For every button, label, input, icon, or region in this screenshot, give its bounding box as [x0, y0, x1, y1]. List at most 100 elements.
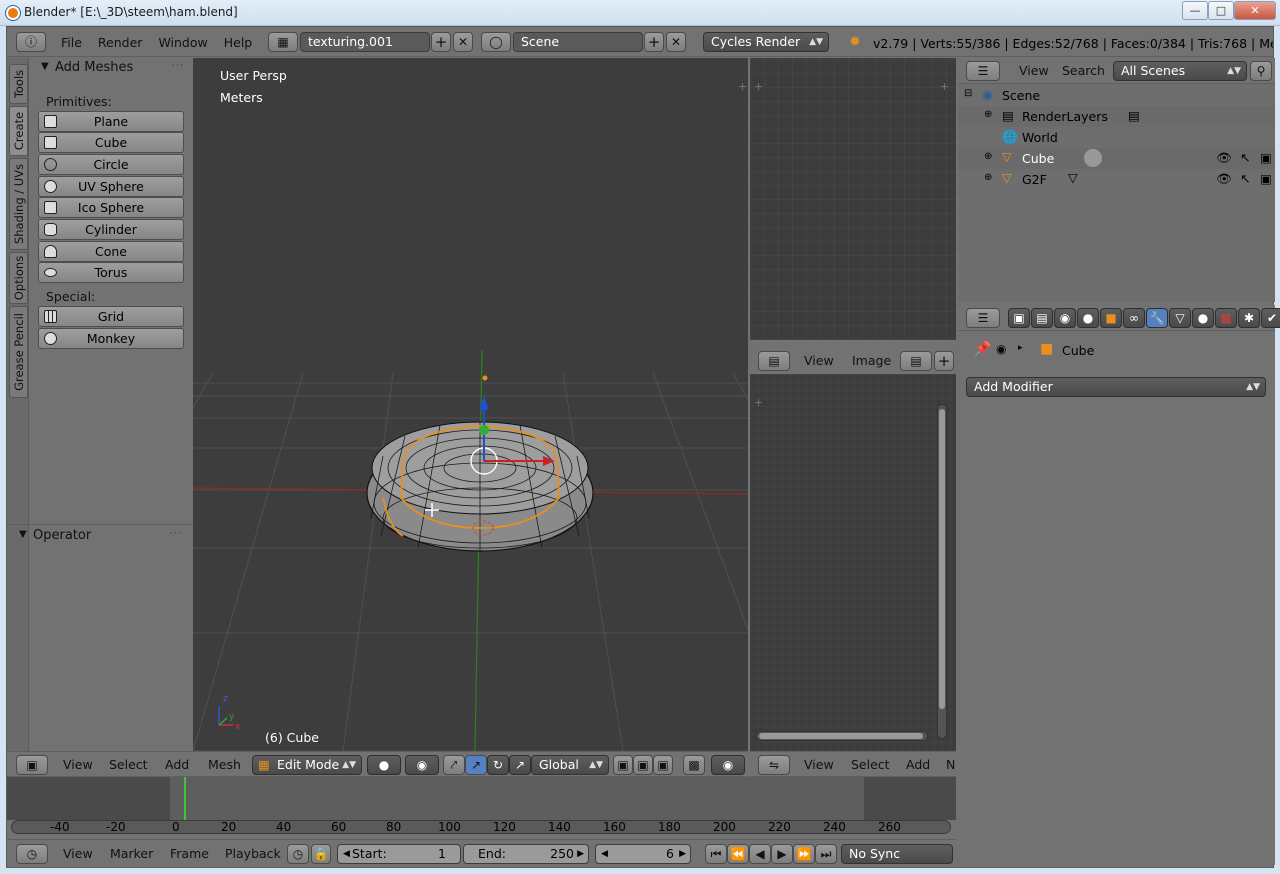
- menu-file[interactable]: File: [55, 33, 88, 53]
- add-modifier-dropdown[interactable]: Add Modifier ▲▼: [966, 377, 1266, 397]
- start-frame-field[interactable]: ◀ Start: 1: [337, 844, 461, 864]
- tab-shading-uvs[interactable]: Shading / UVs: [9, 158, 28, 250]
- tab-options[interactable]: Options: [9, 252, 28, 304]
- editor-type-button[interactable]: ⇋: [758, 755, 790, 775]
- expand-icon[interactable]: ⊕: [984, 172, 992, 183]
- face-select-button[interactable]: ▣: [653, 755, 673, 775]
- screen-layout-selector[interactable]: ▦: [268, 32, 298, 52]
- mesh-data-icon[interactable]: ▽: [1068, 170, 1078, 185]
- 3d-viewport[interactable]: User Persp Meters (6) Cube z y x +: [193, 58, 748, 751]
- tab-grease-pencil[interactable]: Grease Pencil: [9, 306, 28, 398]
- viewport-menu-select[interactable]: Select: [103, 755, 154, 775]
- selectable-cursor-icon[interactable]: ↖: [1240, 171, 1250, 186]
- modifiers-wrench-icon[interactable]: 🔧: [1146, 308, 1168, 328]
- increment-arrow-icon[interactable]: ▶: [679, 845, 686, 863]
- vertical-scrollbar[interactable]: [937, 404, 947, 739]
- maximize-button[interactable]: □: [1208, 1, 1234, 20]
- data-tab-icon[interactable]: ▽: [1169, 308, 1191, 328]
- image-menu-image[interactable]: Image: [846, 351, 897, 371]
- viewport-menu-add[interactable]: Add: [159, 755, 195, 775]
- scene-selector[interactable]: ◯: [481, 32, 511, 52]
- increment-arrow-icon[interactable]: ▶: [577, 845, 584, 863]
- timeline-menu-view[interactable]: View: [57, 844, 99, 864]
- object-tab-icon[interactable]: ■: [1100, 308, 1122, 328]
- vertex-select-button[interactable]: ▣: [613, 755, 633, 775]
- menu-window[interactable]: Window: [152, 33, 213, 53]
- sync-mode-dropdown[interactable]: No Sync: [841, 844, 953, 864]
- end-frame-field[interactable]: End: 250 ▶: [463, 844, 589, 864]
- world-tab-icon[interactable]: ●: [1077, 308, 1099, 328]
- node-menu-view[interactable]: View: [798, 755, 840, 775]
- timeline-menu-frame[interactable]: Frame: [164, 844, 215, 864]
- expand-icon[interactable]: ⊕: [984, 109, 992, 120]
- add-screen-button[interactable]: +: [431, 32, 451, 52]
- outliner-row-g2f[interactable]: ⊕ ▽ G2F ▽ 👁 ↖ ▣: [958, 169, 1275, 190]
- prev-keyframe-icon[interactable]: ⏪: [727, 844, 749, 864]
- particles-tab-icon[interactable]: ✱: [1238, 308, 1260, 328]
- viewport-scene[interactable]: [193, 58, 748, 751]
- close-window-button[interactable]: ✕: [1234, 1, 1276, 20]
- mesh-data-icon[interactable]: [1084, 149, 1102, 167]
- visibility-eye-icon[interactable]: 👁: [1216, 150, 1232, 166]
- edge-select-button[interactable]: ▣: [633, 755, 653, 775]
- image-menu-view[interactable]: View: [798, 351, 840, 371]
- image-editor-canvas[interactable]: +: [750, 374, 956, 751]
- translate-manipulator-button[interactable]: ↗: [465, 755, 487, 775]
- node-menu-select[interactable]: Select: [845, 755, 896, 775]
- outliner-menu-view[interactable]: View: [1013, 61, 1055, 81]
- selectable-cursor-icon[interactable]: ↖: [1240, 150, 1250, 165]
- viewport-menu-mesh[interactable]: Mesh: [202, 755, 247, 775]
- delete-scene-button[interactable]: ✕: [666, 32, 686, 52]
- use-preview-range-button[interactable]: ◷: [287, 844, 309, 864]
- delete-screen-button[interactable]: ✕: [453, 32, 473, 52]
- manipulator-toggle[interactable]: ⤤: [443, 755, 465, 775]
- interaction-mode-dropdown[interactable]: ▦ Edit Mode ▲▼: [252, 755, 362, 775]
- area-split-plus-icon[interactable]: +: [754, 80, 763, 93]
- add-grid-button[interactable]: Grid: [38, 306, 184, 327]
- outliner-row-cube[interactable]: ⊕ ▽ Cube 👁 ↖ ▣: [958, 148, 1275, 169]
- timeline-menu-playback[interactable]: Playback: [219, 844, 287, 864]
- decrement-arrow-icon[interactable]: ◀: [343, 845, 350, 863]
- drag-handle-icon[interactable]: ⋯: [169, 526, 182, 541]
- add-circle-button[interactable]: Circle: [38, 154, 184, 175]
- current-frame-field[interactable]: ◀ 6 ▶: [595, 844, 691, 864]
- renderable-camera-icon[interactable]: ▣: [1260, 171, 1272, 186]
- constraints-tab-icon[interactable]: ∞: [1123, 308, 1145, 328]
- node-menu-add[interactable]: Add: [900, 755, 936, 775]
- area-split-plus-icon[interactable]: +: [754, 396, 763, 409]
- timeline-ruler[interactable]: -40 -20 0 20 40 60 80 100 120 140 160 18…: [11, 820, 951, 834]
- tab-tools[interactable]: Tools: [9, 64, 28, 104]
- current-frame-marker[interactable]: [184, 777, 186, 820]
- area-split-plus-icon[interactable]: +: [738, 80, 747, 93]
- minimize-button[interactable]: —: [1182, 1, 1208, 20]
- render-layers-tab-icon[interactable]: ▤: [1031, 308, 1053, 328]
- render-engine-dropdown[interactable]: Cycles Render ▲▼: [703, 32, 829, 52]
- scene-tab-icon[interactable]: ◉: [1054, 308, 1076, 328]
- limit-selection-button[interactable]: ▩: [683, 755, 705, 775]
- add-monkey-button[interactable]: Monkey: [38, 328, 184, 349]
- menu-help[interactable]: Help: [218, 33, 259, 53]
- image-browse-button[interactable]: ▤: [900, 351, 932, 371]
- play-icon[interactable]: ▶: [771, 844, 793, 864]
- texture-tab-icon[interactable]: ▩: [1215, 308, 1237, 328]
- renderable-camera-icon[interactable]: ▣: [1260, 150, 1272, 165]
- scene-name-field[interactable]: Scene: [513, 32, 643, 52]
- torus-mesh[interactable]: [366, 421, 594, 552]
- add-uv-sphere-button[interactable]: UV Sphere: [38, 176, 184, 197]
- horizontal-scrollbar[interactable]: [756, 731, 928, 741]
- lock-range-button[interactable]: 🔒: [311, 844, 331, 864]
- outliner-row-scene[interactable]: ⊟ ◉ Scene: [958, 85, 1275, 106]
- screen-layout-name-field[interactable]: texturing.001: [300, 32, 430, 52]
- viewport-shading-dropdown[interactable]: ●: [367, 755, 401, 775]
- rotate-manipulator-button[interactable]: ↻: [487, 755, 509, 775]
- editor-type-info-button[interactable]: ⓘ: [16, 32, 46, 52]
- add-cube-button[interactable]: Cube: [38, 132, 184, 153]
- transform-orientation-dropdown[interactable]: Global ▲▼: [531, 755, 609, 775]
- render-tab-icon[interactable]: ▣: [1008, 308, 1030, 328]
- editor-type-image-button[interactable]: ▤: [758, 351, 790, 371]
- viewport-menu-view[interactable]: View: [57, 755, 99, 775]
- add-ico-sphere-button[interactable]: Ico Sphere: [38, 197, 184, 218]
- add-torus-button[interactable]: Torus: [38, 262, 184, 283]
- scale-manipulator-button[interactable]: ↗: [509, 755, 531, 775]
- play-reverse-icon[interactable]: ◀: [749, 844, 771, 864]
